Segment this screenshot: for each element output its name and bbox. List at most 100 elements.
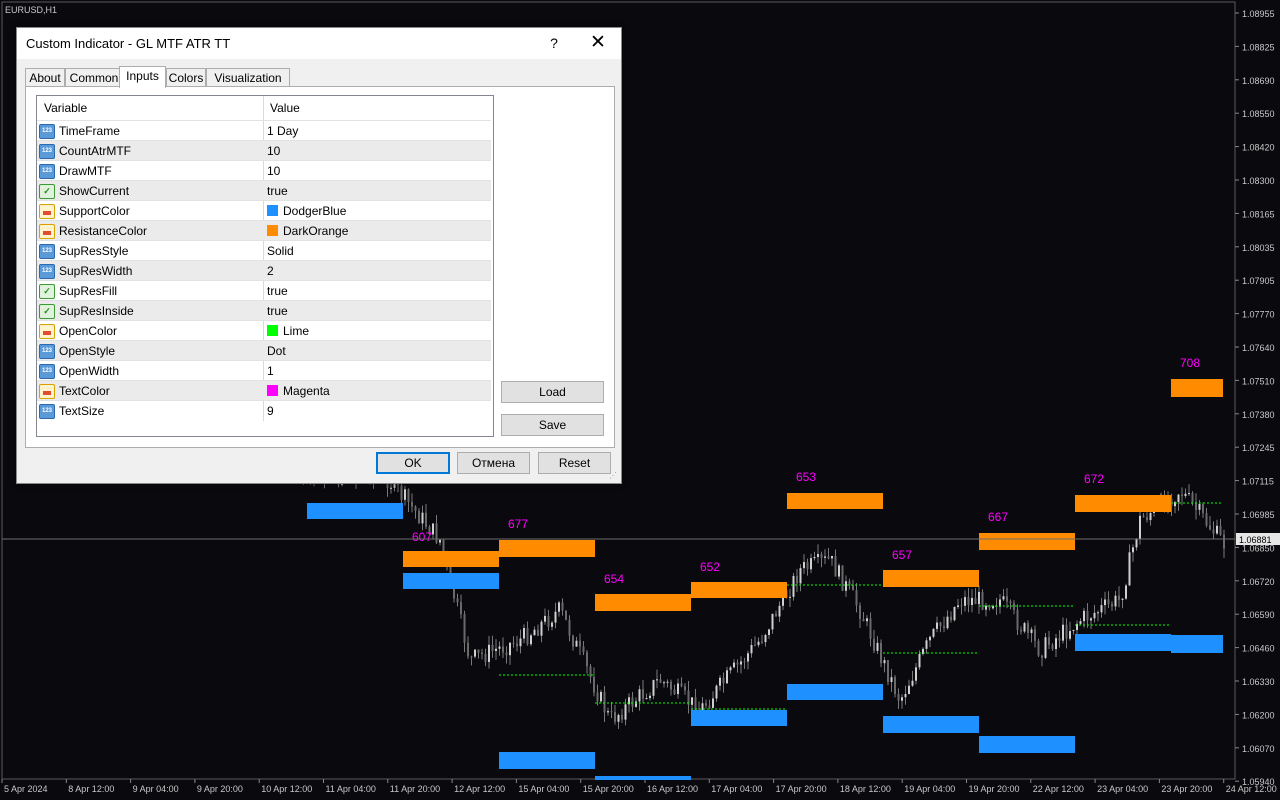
candle-body: [551, 622, 553, 627]
tab-visualization[interactable]: Visualization: [206, 68, 290, 87]
support-zone: [403, 573, 499, 589]
candle-body: [512, 642, 515, 644]
candle-body: [778, 605, 781, 617]
candle-body: [761, 641, 763, 643]
param-value[interactable]: Solid: [267, 244, 294, 258]
param-value[interactable]: Lime: [283, 324, 309, 338]
param-row-supreswidth[interactable]: 123 SupResWidth 2: [37, 260, 491, 281]
param-row-timeframe[interactable]: 123 TimeFrame 1 Day: [37, 120, 491, 141]
candle-body: [547, 615, 550, 627]
dialog-titlebar[interactable]: Custom Indicator - GL MTF ATR TT ? ✕: [17, 28, 621, 59]
param-value[interactable]: DarkOrange: [283, 224, 348, 238]
candle-body: [610, 711, 613, 713]
color-swatch[interactable]: [267, 325, 278, 336]
variable-column-header[interactable]: Variable: [44, 101, 87, 115]
param-row-supresinside[interactable]: ✓ SupResInside true: [37, 300, 491, 321]
candle-body: [852, 584, 854, 591]
time-tick-label: 23 Apr 04:00: [1097, 784, 1148, 794]
atr-value-label: 653: [796, 470, 816, 484]
param-row-openwidth[interactable]: 123 OpenWidth 1: [37, 360, 491, 381]
candle-body: [946, 616, 949, 629]
param-row-countatrmtf[interactable]: 123 CountAtrMTF 10: [37, 140, 491, 161]
candle-body: [820, 554, 823, 558]
candle-body: [1093, 612, 1096, 619]
time-tick-label: 15 Apr 04:00: [518, 784, 569, 794]
candle-body: [614, 711, 616, 722]
candle-body: [1181, 494, 1183, 497]
candle-body: [1146, 517, 1148, 521]
help-button[interactable]: ?: [544, 32, 564, 54]
param-row-textsize[interactable]: 123 TextSize 9: [37, 400, 491, 421]
candle-body: [425, 512, 427, 527]
param-row-opencolor[interactable]: OpenColor Lime: [37, 320, 491, 341]
bool-icon: ✓: [39, 284, 55, 299]
resize-grip-icon[interactable]: ⋰: [609, 471, 619, 481]
reset-button[interactable]: Reset: [538, 452, 611, 474]
param-row-textcolor[interactable]: TextColor Magenta: [37, 380, 491, 401]
param-value[interactable]: Dot: [267, 344, 286, 358]
param-value[interactable]: 2: [267, 264, 274, 278]
param-value[interactable]: 1 Day: [267, 124, 298, 138]
atr-value-label: 607: [412, 530, 432, 544]
support-zone: [979, 736, 1075, 753]
param-value[interactable]: 9: [267, 404, 274, 418]
candle-body: [803, 562, 805, 569]
candle-body: [726, 670, 728, 684]
candle-body: [799, 568, 802, 584]
param-row-supresstyle[interactable]: 123 SupResStyle Solid: [37, 240, 491, 261]
param-value[interactable]: true: [267, 284, 288, 298]
color-icon: [39, 204, 55, 219]
param-value[interactable]: true: [267, 184, 288, 198]
candle-body: [873, 638, 875, 651]
close-button[interactable]: ✕: [585, 30, 611, 56]
candle-body: [404, 489, 406, 500]
candle-body: [572, 635, 574, 647]
param-row-resistancecolor[interactable]: ResistanceColor DarkOrange: [37, 220, 491, 241]
candle-body: [509, 642, 511, 656]
save-button[interactable]: Save: [501, 414, 604, 436]
color-swatch[interactable]: [267, 225, 278, 236]
color-swatch[interactable]: [267, 385, 278, 396]
param-row-drawmtf[interactable]: 123 DrawMTF 10: [37, 160, 491, 181]
param-value[interactable]: 10: [267, 144, 280, 158]
param-row-openstyle[interactable]: 123 OpenStyle Dot: [37, 340, 491, 361]
color-swatch[interactable]: [267, 205, 278, 216]
tab-common[interactable]: Common: [65, 68, 123, 87]
candle-body: [470, 656, 473, 658]
param-value[interactable]: true: [267, 304, 288, 318]
candle-body: [670, 681, 672, 690]
candle-body: [831, 556, 833, 559]
ok-button[interactable]: OK: [376, 452, 450, 474]
value-column-header[interactable]: Value: [270, 101, 300, 115]
price-tick-label: 1.06985: [1242, 510, 1275, 520]
candle-body: [978, 591, 980, 605]
candle-body: [568, 619, 571, 636]
cancel-button[interactable]: Отмена: [457, 452, 530, 474]
param-name: SupResWidth: [59, 264, 133, 278]
candle-body: [460, 602, 462, 615]
price-tick-label: 1.08955: [1242, 9, 1275, 19]
candle-body: [1006, 596, 1008, 602]
price-tick-label: 1.08035: [1242, 243, 1275, 253]
candle-body: [1072, 629, 1075, 632]
candle-body: [1118, 595, 1120, 600]
tab-about[interactable]: About: [25, 68, 65, 87]
param-value[interactable]: Magenta: [283, 384, 330, 398]
candle-body: [1062, 624, 1064, 641]
param-value[interactable]: 10: [267, 164, 280, 178]
load-button[interactable]: Load: [501, 381, 604, 403]
tab-colors[interactable]: Colors: [166, 68, 206, 87]
param-value[interactable]: 1: [267, 364, 274, 378]
candle-body: [747, 653, 749, 662]
parameters-grid[interactable]: Variable Value 123 TimeFrame 1 Day 123 Count…: [36, 95, 494, 437]
param-name: SupportColor: [59, 204, 130, 218]
support-zone: [307, 503, 403, 519]
price-tick-label: 1.07380: [1242, 410, 1275, 420]
price-tick-label: 1.06200: [1242, 710, 1275, 720]
param-row-supportcolor[interactable]: SupportColor DodgerBlue: [37, 200, 491, 221]
param-row-showcurrent[interactable]: ✓ ShowCurrent true: [37, 180, 491, 201]
param-value[interactable]: DodgerBlue: [283, 204, 346, 218]
param-row-supresfill[interactable]: ✓ SupResFill true: [37, 280, 491, 301]
tab-inputs[interactable]: Inputs: [119, 66, 166, 88]
support-zone: [691, 710, 787, 726]
